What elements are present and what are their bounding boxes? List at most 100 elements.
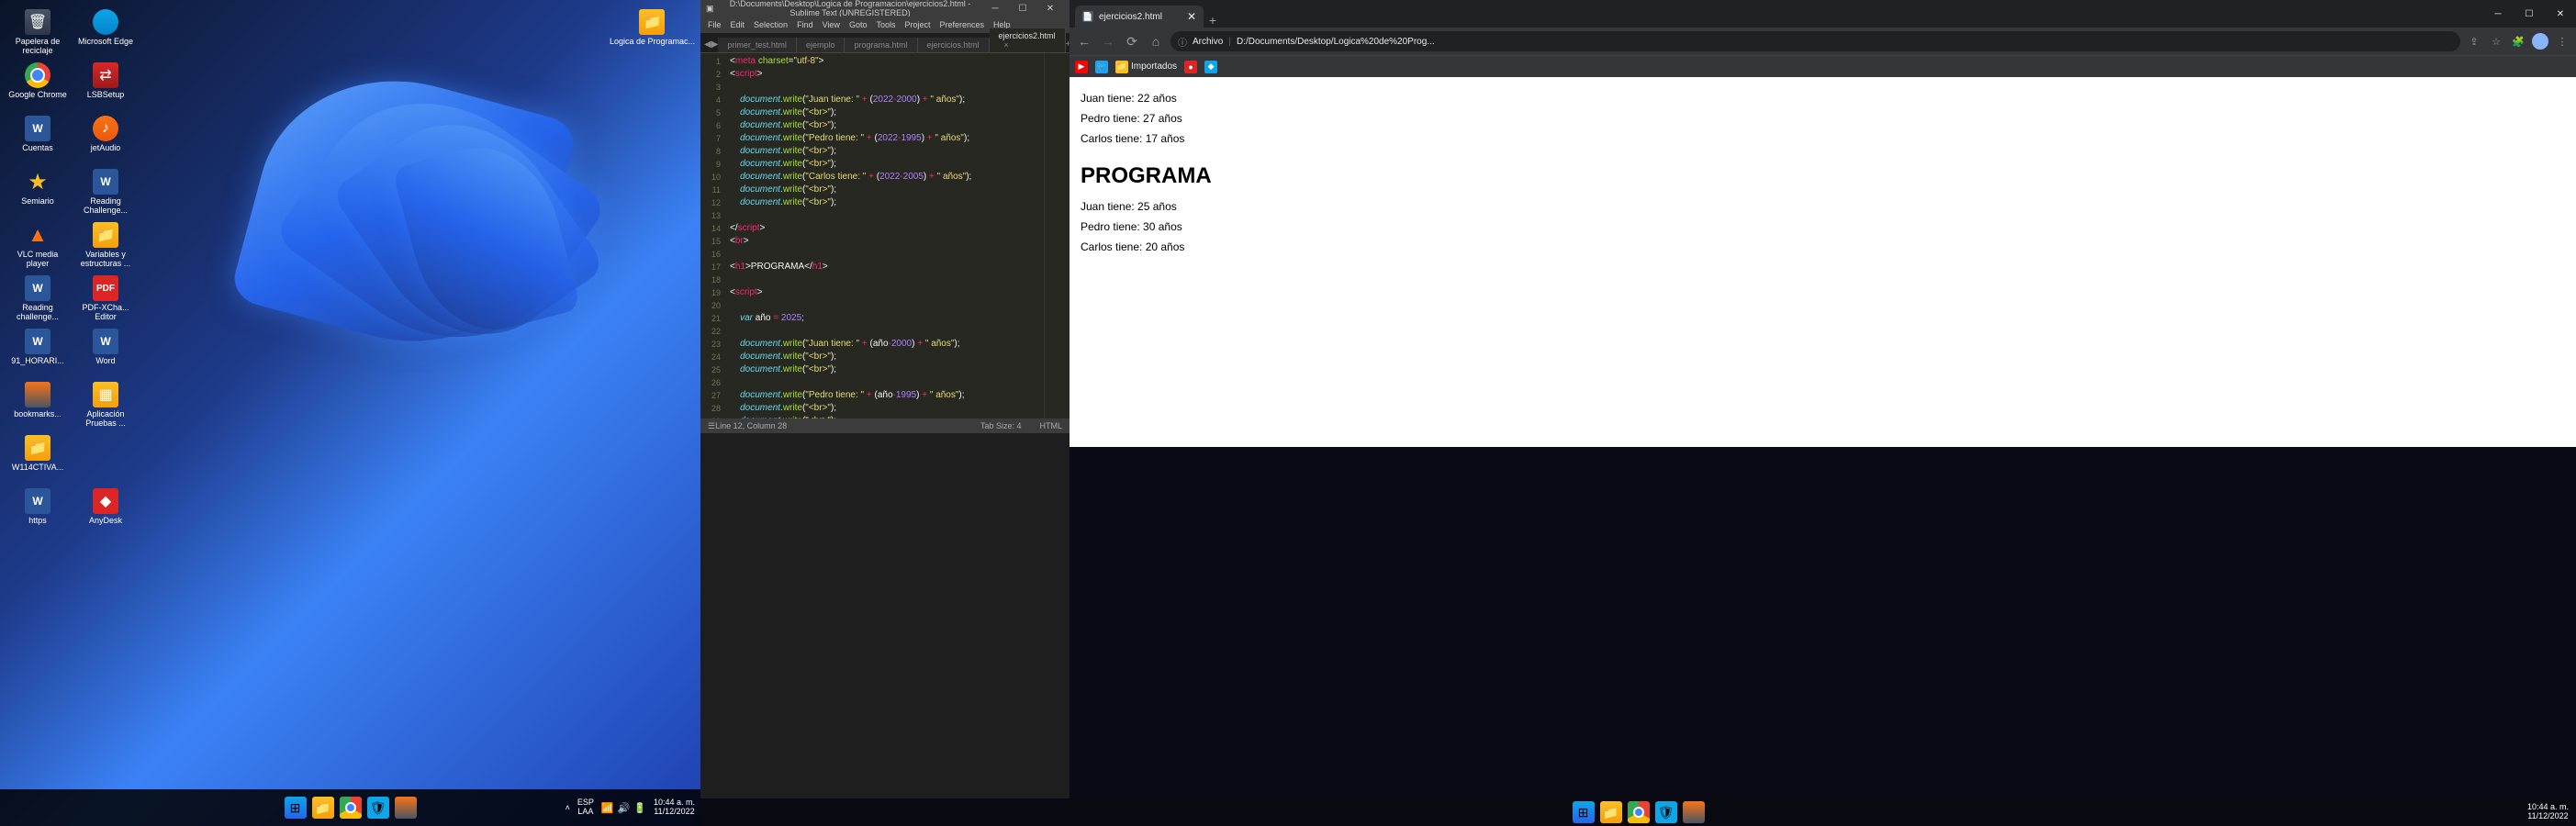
desktop-icon[interactable]: [72, 433, 140, 486]
editor-tab[interactable]: programa.html: [845, 38, 917, 52]
back-button[interactable]: ←: [1075, 32, 1093, 50]
desktop-icon[interactable]: Microsoft Edge: [72, 7, 140, 61]
close-button[interactable]: ✕: [1036, 0, 1064, 17]
status-language[interactable]: HTML: [1040, 421, 1063, 430]
info-icon[interactable]: ⓘ: [1178, 35, 1187, 49]
icon-label: Logica de Programac...: [610, 37, 695, 46]
desktop-icon[interactable]: 🗑Papelera de reciclaje: [4, 7, 72, 61]
bookmark-item[interactable]: ◆: [1204, 61, 1217, 73]
icon-label: bookmarks...: [14, 409, 62, 419]
taskbar-app[interactable]: 🛡: [367, 797, 389, 819]
bookmark-item[interactable]: ●: [1184, 61, 1197, 73]
taskbar-explorer[interactable]: 📁: [312, 797, 334, 819]
desktop-icon[interactable]: PDFPDF-XCha... Editor: [72, 273, 140, 327]
desktop-icon[interactable]: ▲VLC media player: [4, 220, 72, 273]
desktop-icon[interactable]: ◆AnyDesk: [72, 486, 140, 540]
editor-tab[interactable]: ejemplo: [797, 38, 846, 52]
maximize-button[interactable]: ☐: [1009, 0, 1036, 17]
sublime-titlebar[interactable]: ▣ D:\Documents\Desktop\Logica de Program…: [700, 0, 1070, 17]
code-area[interactable]: <meta charset="utf-8"> <script> document…: [726, 53, 1044, 419]
address-bar[interactable]: ⓘ Archivo | D:/Documents/Desktop/Logica%…: [1170, 31, 2460, 51]
desktop-icon[interactable]: ★Semiario: [4, 167, 72, 220]
taskbar-chrome-2[interactable]: [1628, 801, 1650, 823]
browser-close-button[interactable]: ✕: [2545, 0, 2576, 28]
desktop-icon[interactable]: WWord: [72, 327, 140, 380]
icon-label: Reading challenge...: [6, 303, 70, 321]
start-button-2[interactable]: ⊞: [1573, 801, 1595, 823]
desktop-icon[interactable]: Whttps: [4, 486, 72, 540]
forward-button[interactable]: →: [1099, 32, 1117, 50]
tab-close-icon[interactable]: ✕: [1187, 10, 1196, 23]
minimize-button[interactable]: ─: [981, 0, 1009, 17]
share-icon[interactable]: ⇪: [2466, 33, 2482, 50]
reload-button[interactable]: ⟳: [1123, 32, 1141, 50]
taskbar-sublime[interactable]: [395, 797, 417, 819]
tab-nav-left-icon[interactable]: ◀: [704, 37, 711, 52]
tab-title: ejercicios2.html: [1099, 12, 1162, 22]
app-icon: ⇄: [93, 62, 118, 88]
volume-icon[interactable]: 🔊: [618, 802, 631, 814]
minimap[interactable]: [1044, 53, 1070, 419]
menu-item[interactable]: File: [708, 20, 722, 29]
icon-label: https: [28, 516, 47, 525]
page-viewport[interactable]: Juan tiene: 22 añosPedro tiene: 27 añosC…: [1070, 77, 2576, 447]
desktop-icon[interactable]: WCuentas: [4, 114, 72, 167]
menu-item[interactable]: Selection: [754, 20, 788, 29]
start-button[interactable]: ⊞: [285, 797, 307, 819]
taskbar-sublime-2[interactable]: [1683, 801, 1705, 823]
bookmark-item[interactable]: 🐦: [1095, 61, 1108, 73]
desktop-icon[interactable]: ⇄LSBSetup: [72, 61, 140, 114]
desktop-icon[interactable]: 📁Variables y estructuras ...: [72, 220, 140, 273]
desktop-monitor-2: ▣ D:\Documents\Desktop\Logica de Program…: [700, 0, 2576, 826]
taskbar-app-2[interactable]: 🛡: [1655, 801, 1677, 823]
chrome-tab-active[interactable]: 📄 ejercicios2.html ✕: [1075, 6, 1204, 28]
browser-maximize-button[interactable]: ☐: [2514, 0, 2545, 28]
tab-label: ejercicios2.html: [999, 31, 1056, 40]
desktop-icon[interactable]: WReading Challenge...: [72, 167, 140, 220]
bookmark-item[interactable]: ▶: [1075, 61, 1088, 73]
browser-minimize-button[interactable]: ─: [2482, 0, 2514, 28]
wifi-icon[interactable]: 📶: [601, 802, 614, 814]
tab-nav-right-icon[interactable]: ▶: [711, 37, 719, 52]
profile-avatar[interactable]: [2532, 33, 2548, 50]
system-tray[interactable]: ˄ ESP LAA 📶 🔊 🔋 10:44 a. m. 11/12/2022: [566, 798, 695, 817]
taskbar-chrome[interactable]: [340, 797, 362, 819]
tray-chevron-icon[interactable]: ˄: [566, 803, 570, 812]
desktop-icon[interactable]: ▦Aplicación Pruebas ...: [72, 380, 140, 433]
tray-date[interactable]: 11/12/2022: [654, 808, 695, 817]
desktop-icon[interactable]: bookmarks...: [4, 380, 72, 433]
desktop-icon[interactable]: WReading challenge...: [4, 273, 72, 327]
tray-status-icons[interactable]: 📶 🔊 🔋: [601, 802, 646, 814]
battery-icon[interactable]: 🔋: [633, 802, 646, 814]
menu-item[interactable]: Goto: [849, 20, 868, 29]
bookmark-icon: ◆: [1204, 61, 1217, 73]
tab-close-icon[interactable]: ×: [1004, 40, 1009, 50]
tray-date-2[interactable]: 11/12/2022: [2527, 812, 2569, 821]
desktop-icon[interactable]: ♪jetAudio: [72, 114, 140, 167]
taskbar-explorer-2[interactable]: 📁: [1600, 801, 1622, 823]
editor-tab[interactable]: primer_test.html: [718, 38, 797, 52]
menu-icon[interactable]: ⋮: [2554, 33, 2570, 50]
status-indent-icon[interactable]: ☰: [708, 421, 715, 431]
desktop-icon-logica[interactable]: 📁 Logica de Programac...: [608, 7, 697, 48]
status-tabsize[interactable]: Tab Size: 4: [980, 421, 1022, 430]
menu-item[interactable]: Preferences: [939, 20, 984, 29]
extension-icon[interactable]: 🧩: [2510, 33, 2526, 50]
menu-item[interactable]: Project: [904, 20, 930, 29]
sublime-editor[interactable]: 1234567891011121314151617181920212223242…: [700, 53, 1070, 419]
bookmark-item[interactable]: 📁Importados: [1115, 61, 1177, 73]
editor-tab[interactable]: ejercicios.html: [918, 38, 990, 52]
desktop-icon[interactable]: 📁W114CTIVA...: [4, 433, 72, 486]
menu-item[interactable]: Tools: [876, 20, 895, 29]
menu-item[interactable]: Find: [797, 20, 813, 29]
home-button[interactable]: ⌂: [1147, 32, 1165, 50]
new-tab-button[interactable]: +: [1204, 13, 1222, 28]
menu-item[interactable]: Edit: [731, 20, 745, 29]
desktop-icon[interactable]: Google Chrome: [4, 61, 72, 114]
app-icon: W: [25, 488, 50, 514]
desktop-icon[interactable]: W91_HORARI...: [4, 327, 72, 380]
editor-tab[interactable]: ejercicios2.html ×: [990, 28, 1066, 52]
star-icon[interactable]: ☆: [2488, 33, 2504, 50]
menu-item[interactable]: View: [823, 20, 840, 29]
chrome-titlebar[interactable]: 📄 ejercicios2.html ✕ + ─ ☐ ✕: [1070, 0, 2576, 28]
